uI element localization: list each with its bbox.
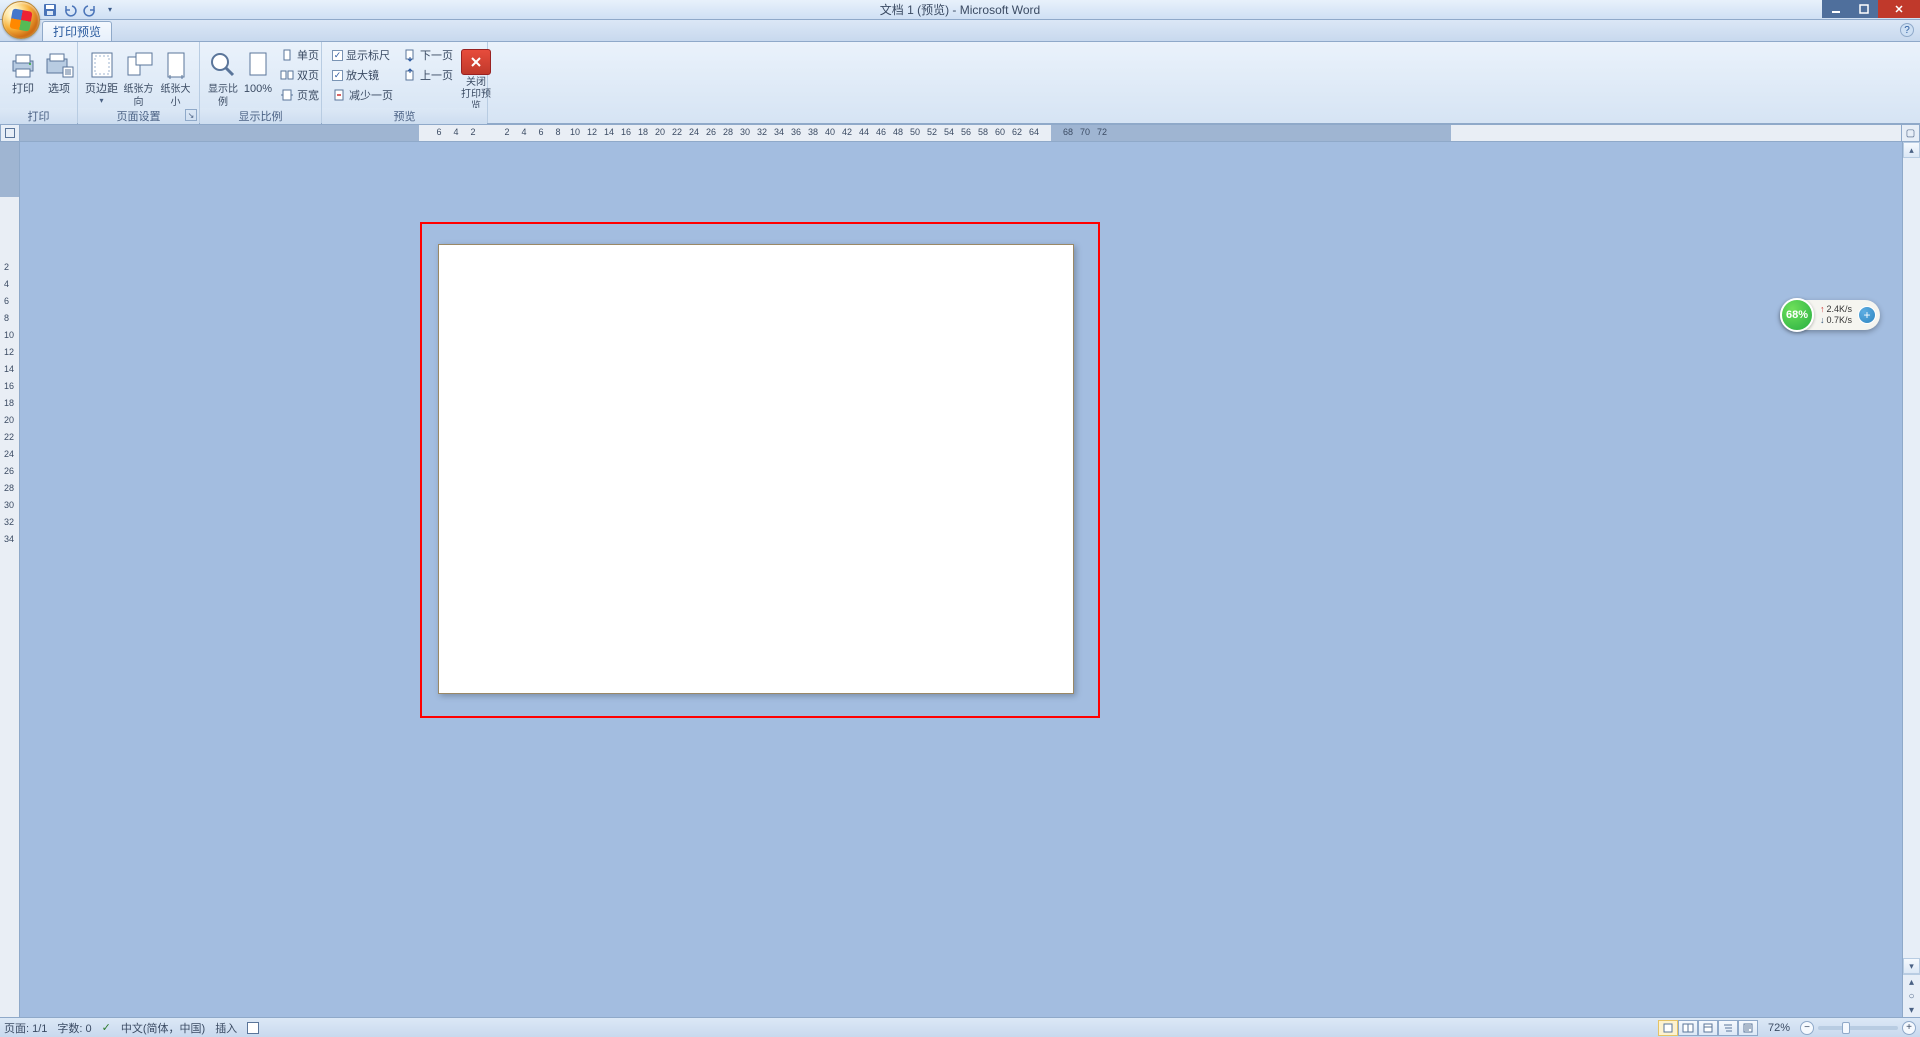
printer-icon bbox=[7, 49, 39, 81]
prev-find-button[interactable]: ▴ bbox=[1903, 975, 1920, 989]
tab-print-preview[interactable]: 打印预览 bbox=[42, 21, 112, 41]
view-buttons bbox=[1658, 1020, 1758, 1036]
network-stats: ↑2.4K/s ↓0.7K/s bbox=[1820, 304, 1852, 326]
next-page-button[interactable]: 下一页 bbox=[399, 46, 457, 64]
view-web-layout-button[interactable] bbox=[1698, 1020, 1718, 1036]
scroll-down-button[interactable]: ▾ bbox=[1903, 958, 1920, 974]
close-preview-icon bbox=[460, 49, 492, 75]
chevron-down-icon: ▾ bbox=[99, 96, 103, 105]
checkbox-checked-icon: ✓ bbox=[332, 50, 343, 61]
undo-icon[interactable] bbox=[62, 2, 78, 18]
zoom-button[interactable]: 显示比例 bbox=[206, 46, 240, 108]
window-controls bbox=[1822, 0, 1920, 18]
horizontal-ruler[interactable]: 6422468101214161820222426283032343638404… bbox=[20, 124, 1902, 142]
help-button[interactable]: ? bbox=[1900, 23, 1914, 37]
shrink-icon bbox=[332, 88, 346, 102]
zoom-in-button[interactable]: + bbox=[1902, 1021, 1916, 1035]
one-page-icon bbox=[280, 48, 294, 62]
vertical-ruler[interactable]: 246810121416182022242628303234 bbox=[0, 142, 20, 1017]
next-page-icon bbox=[403, 48, 417, 62]
minimize-button[interactable] bbox=[1822, 0, 1850, 18]
orientation-button[interactable]: 纸张方向 ▾ bbox=[121, 46, 156, 108]
paper-size-button[interactable]: 纸张大小 ▾ bbox=[158, 46, 193, 108]
proofing-icon[interactable]: ✓ bbox=[102, 1021, 111, 1034]
orientation-icon bbox=[123, 49, 155, 81]
view-draft-button[interactable] bbox=[1738, 1020, 1758, 1036]
qat-dropdown-icon[interactable]: ▾ bbox=[102, 2, 118, 18]
ruler-corner[interactable] bbox=[0, 124, 20, 142]
show-ruler-checkbox[interactable]: ✓ 显示标尺 bbox=[328, 46, 397, 64]
two-page-icon bbox=[280, 68, 294, 82]
office-button[interactable] bbox=[2, 1, 40, 39]
one-page-button[interactable]: 单页 bbox=[276, 46, 323, 64]
status-language[interactable]: 中文(简体，中国) bbox=[121, 1020, 205, 1036]
status-page[interactable]: 页面: 1/1 bbox=[4, 1020, 47, 1036]
group-page-setup: 页边距 ▾ 纸张方向 ▾ 纸张大小 ▾ 页面设置↘ bbox=[78, 42, 200, 123]
ruler-toggle-button[interactable]: ▢ bbox=[1902, 124, 1920, 142]
vertical-scrollbar[interactable]: ▴ ▾ ▴ ○ ▾ bbox=[1902, 142, 1920, 1017]
close-preview-button[interactable]: 关闭打印预览 bbox=[459, 46, 493, 108]
status-insert-mode[interactable]: 插入 bbox=[215, 1020, 237, 1036]
ribbon: 打印 选项 打印 页边距 ▾ bbox=[0, 42, 1920, 124]
group-label-print: 打印 bbox=[0, 108, 77, 124]
window-title: 文档 1 (预览) - Microsoft Word bbox=[880, 1, 1040, 18]
browse-object-button[interactable]: ○ bbox=[1903, 989, 1920, 1003]
widget-expand-button[interactable]: + bbox=[1858, 306, 1876, 324]
shrink-one-page-button[interactable]: 减少一页 bbox=[328, 86, 397, 104]
next-find-button[interactable]: ▾ bbox=[1903, 1003, 1920, 1017]
magnifier-checkbox[interactable]: ✓ 放大镜 bbox=[328, 66, 397, 84]
scroll-track[interactable] bbox=[1903, 158, 1920, 958]
size-icon bbox=[160, 49, 192, 81]
print-button[interactable]: 打印 bbox=[6, 46, 40, 108]
prev-page-icon bbox=[403, 68, 417, 82]
zoom-control: − + bbox=[1800, 1021, 1916, 1035]
title-bar: ▾ 文档 1 (预览) - Microsoft Word bbox=[0, 0, 1920, 20]
zoom-out-button[interactable]: − bbox=[1800, 1021, 1814, 1035]
checkbox-checked-icon: ✓ bbox=[332, 70, 343, 81]
group-zoom: 显示比例 100% 单页 双页 页宽 bbox=[200, 42, 322, 123]
zoom-slider[interactable] bbox=[1818, 1026, 1898, 1030]
status-words[interactable]: 字数: 0 bbox=[57, 1020, 91, 1036]
page-width-icon bbox=[280, 88, 294, 102]
group-label-zoom: 显示比例 bbox=[200, 108, 321, 124]
margins-button[interactable]: 页边距 ▾ bbox=[84, 46, 119, 108]
zoom-slider-thumb[interactable] bbox=[1842, 1022, 1850, 1034]
two-page-button[interactable]: 双页 bbox=[276, 66, 323, 84]
zoom-percent[interactable]: 72% bbox=[1768, 1022, 1790, 1034]
network-monitor-widget[interactable]: 68% ↑2.4K/s ↓0.7K/s + bbox=[1780, 300, 1880, 330]
group-label-preview: 预览 bbox=[322, 108, 487, 124]
document-page bbox=[438, 244, 1074, 694]
view-outline-button[interactable] bbox=[1718, 1020, 1738, 1036]
macro-record-icon[interactable] bbox=[247, 1022, 259, 1034]
page-width-button[interactable]: 页宽 bbox=[276, 86, 323, 104]
quick-access-toolbar: ▾ bbox=[42, 0, 118, 19]
group-preview: ✓ 显示标尺 ✓ 放大镜 减少一页 下一页 bbox=[322, 42, 488, 123]
save-icon[interactable] bbox=[42, 2, 58, 18]
dialog-launcher-icon[interactable]: ↘ bbox=[185, 109, 197, 121]
view-print-layout-button[interactable] bbox=[1658, 1020, 1678, 1036]
options-icon bbox=[43, 49, 75, 81]
upload-arrow-icon: ↑ bbox=[1820, 304, 1825, 315]
view-full-screen-button[interactable] bbox=[1678, 1020, 1698, 1036]
options-button[interactable]: 选项 bbox=[42, 46, 76, 108]
close-window-button[interactable] bbox=[1878, 0, 1920, 18]
ruler-row: 6422468101214161820222426283032343638404… bbox=[0, 124, 1920, 142]
redo-icon[interactable] bbox=[82, 2, 98, 18]
usage-percent-badge: 68% bbox=[1780, 298, 1814, 332]
maximize-button[interactable] bbox=[1850, 0, 1878, 18]
page-icon bbox=[242, 49, 274, 81]
document-canvas[interactable] bbox=[20, 142, 1902, 1017]
prev-page-button[interactable]: 上一页 bbox=[399, 66, 457, 84]
status-bar: 页面: 1/1 字数: 0 ✓ 中文(简体，中国) 插入 72% − + bbox=[0, 1017, 1920, 1037]
margins-icon bbox=[86, 49, 118, 81]
zoom-100-button[interactable]: 100% bbox=[242, 46, 274, 108]
group-print: 打印 选项 打印 bbox=[0, 42, 78, 123]
ribbon-tabs: 打印预览 ? bbox=[0, 20, 1920, 42]
content-area: 246810121416182022242628303234 ▴ ▾ ▴ ○ ▾ bbox=[0, 142, 1920, 1017]
group-label-page-setup: 页面设置↘ bbox=[78, 108, 199, 124]
magnifier-icon bbox=[207, 49, 239, 81]
download-arrow-icon: ↓ bbox=[1820, 315, 1825, 326]
scroll-up-button[interactable]: ▴ bbox=[1903, 142, 1920, 158]
